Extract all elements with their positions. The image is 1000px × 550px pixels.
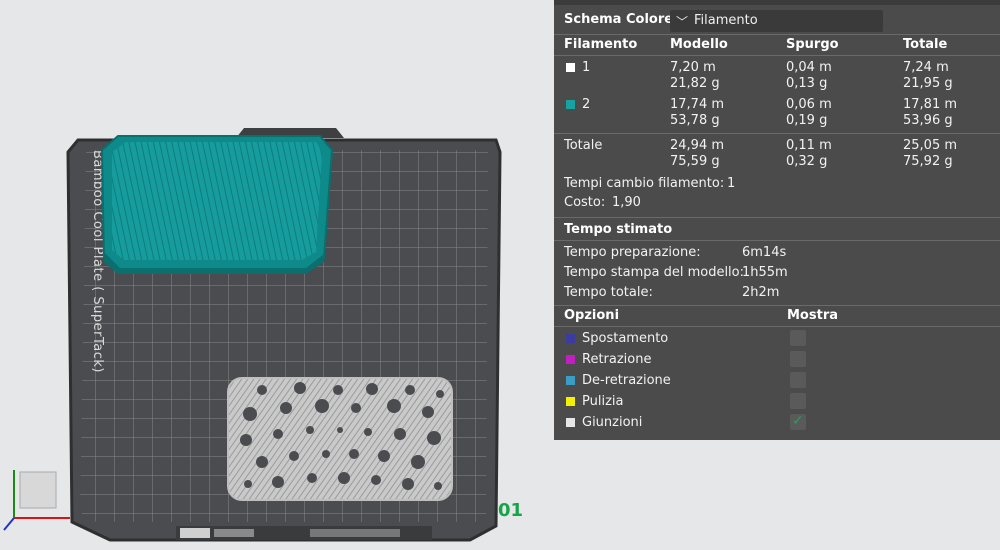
total-time-value: 2h2m [742, 285, 780, 300]
filament-1-total-weight: 21,95 g [903, 76, 953, 91]
col-filament-header: Filamento [564, 37, 638, 52]
deretraction-color-swatch [566, 376, 575, 385]
color-scheme-dropdown[interactable]: ﹀ Filamento [670, 10, 883, 32]
filament-1-purge-weight: 0,13 g [786, 76, 828, 91]
retraction-color-swatch [566, 355, 575, 364]
chevron-down-icon: ﹀ [676, 15, 689, 29]
totals-label: Totale [564, 138, 603, 153]
divider [554, 326, 1000, 327]
prep-time-value: 6m14s [742, 245, 787, 260]
option-retraction-checkbox[interactable] [790, 351, 806, 367]
divider [554, 217, 1000, 218]
option-travel-label: Spostamento [582, 331, 669, 346]
cost-label: Costo: [564, 195, 606, 210]
option-deretraction-label: De-retrazione [582, 373, 671, 388]
totals-purge-weight: 0,32 g [786, 154, 828, 169]
divider [554, 240, 1000, 241]
show-heading: Mostra [787, 308, 839, 323]
option-wipe-label: Pulizia [582, 394, 624, 409]
plate-bottom-label [176, 526, 432, 540]
divider [554, 34, 1000, 35]
option-seams-label: Giunzioni [582, 415, 643, 430]
filament-1-model-weight: 21,82 g [670, 76, 720, 91]
filament-changes-label: Tempi cambio filamento: [564, 176, 725, 191]
wipe-color-swatch [566, 397, 575, 406]
option-deretraction-checkbox[interactable] [790, 372, 806, 388]
filament-2-total-len: 17,81 m [903, 97, 958, 112]
filament-1-id: 1 [582, 60, 591, 75]
filament-2-purge-len: 0,06 m [786, 97, 832, 112]
filament-1-swatch [566, 63, 575, 72]
filament-2-model-weight: 53,78 g [670, 113, 720, 128]
color-scheme-value: Filamento [694, 13, 758, 28]
filament-1-model-len: 7,20 m [670, 60, 716, 75]
col-purge-header: Spurgo [786, 37, 839, 52]
cost-value: 1,90 [612, 195, 641, 210]
panel-top-strip [554, 0, 1000, 5]
totals-model-len: 24,94 m [670, 138, 725, 153]
total-time-label: Tempo totale: [564, 285, 653, 300]
prep-time-label: Tempo preparazione: [564, 245, 701, 260]
model-print-time-value: 1h55m [742, 265, 788, 280]
divider [554, 305, 1000, 306]
totals-model-weight: 75,59 g [670, 154, 720, 169]
totals-purge-len: 0,11 m [786, 138, 832, 153]
totals-total-weight: 75,92 g [903, 154, 953, 169]
checkmark-icon: ✓ [792, 413, 804, 429]
filament-1-total-len: 7,24 m [903, 60, 949, 75]
perforated-plate-model[interactable] [227, 377, 453, 501]
travel-color-swatch [566, 334, 575, 343]
filament-2-purge-weight: 0,19 g [786, 113, 828, 128]
color-scheme-label: Schema Colore [564, 12, 674, 27]
filament-2-total-weight: 53,96 g [903, 113, 953, 128]
axis-indicator-icon [3, 470, 70, 531]
col-model-header: Modello [670, 37, 728, 52]
filament-2-id: 2 [582, 97, 591, 112]
filament-2-swatch [566, 100, 575, 109]
option-wipe-checkbox[interactable] [790, 393, 806, 409]
option-travel-checkbox[interactable] [790, 330, 806, 346]
filament-1-purge-len: 0,04 m [786, 60, 832, 75]
estimated-time-heading: Tempo stimato [564, 222, 673, 237]
options-heading: Opzioni [564, 308, 620, 323]
gcode-legend-panel: Schema Colore ﹀ Filamento Filamento Mode… [554, 0, 1000, 440]
option-retraction-label: Retrazione [582, 352, 652, 367]
col-total-header: Totale [903, 37, 948, 52]
divider [554, 133, 1000, 134]
filament-changes-value: 1 [727, 176, 736, 191]
model-print-time-label: Tempo stampa del modello: [564, 265, 745, 280]
option-seams-checkbox[interactable]: ✓ [790, 413, 806, 430]
teal-tray-model[interactable] [100, 135, 334, 274]
filament-2-model-len: 17,74 m [670, 97, 725, 112]
divider [554, 55, 1000, 56]
totals-total-len: 25,05 m [903, 138, 958, 153]
plate-number[interactable]: 01 [498, 500, 523, 521]
seams-color-swatch [566, 418, 575, 427]
